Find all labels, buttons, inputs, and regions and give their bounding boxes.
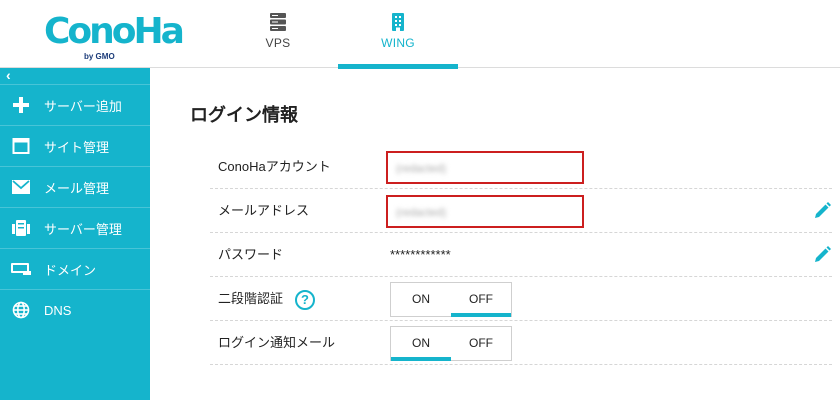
edit-email-pencil-icon[interactable] [812, 201, 832, 221]
two-factor-toggle: ON OFF [390, 282, 512, 317]
domain-icon [10, 258, 32, 280]
server-manage-icon [10, 217, 32, 239]
help-icon[interactable]: ? [295, 289, 316, 310]
sidebar-item-label: サーバー管理 [44, 221, 122, 237]
account-label: ConoHaアカウント [218, 159, 331, 174]
plus-icon [10, 94, 32, 116]
sidebar-item-label: DNS [44, 302, 72, 318]
sidebar-item-add-server[interactable]: サーバー追加 [0, 84, 150, 125]
email-label: メールアドレス [218, 203, 310, 218]
email-row: メールアドレス (redacted) [210, 189, 832, 233]
tab-vps-label: VPS [265, 36, 291, 50]
login-notice-toggle: ON OFF [390, 326, 512, 361]
password-value: ************ [390, 247, 451, 262]
globe-icon [10, 299, 32, 321]
tab-wing-label: WING [381, 36, 415, 50]
account-value: (redacted) [396, 163, 447, 175]
two-factor-label-text: 二段階認証 [218, 291, 284, 306]
two-factor-label: 二段階認証? [218, 277, 316, 321]
sidebar-collapse-button[interactable]: ‹ [0, 68, 150, 84]
sidebar-item-label: サーバー追加 [44, 98, 122, 114]
sidebar-item-label: ドメイン [44, 262, 97, 278]
sidebar-item-label: サイト管理 [44, 139, 110, 155]
password-row: パスワード ************ [210, 233, 832, 277]
email-value-highlight: (redacted) [386, 195, 584, 228]
logo-subtitle: by GMO [84, 52, 115, 61]
window-icon [10, 135, 32, 157]
account-row: ConoHaアカウント (redacted) [210, 145, 832, 189]
sidebar-item-domain[interactable]: ドメイン [0, 248, 150, 289]
edit-password-pencil-icon[interactable] [812, 245, 832, 265]
tab-wing[interactable]: WING [338, 0, 458, 69]
two-factor-on-option[interactable]: ON [391, 283, 451, 316]
password-label: パスワード [218, 247, 284, 262]
top-header: ConoHa by GMO VPS WING [0, 0, 840, 69]
two-factor-off-option[interactable]: OFF [451, 283, 511, 317]
login-notice-on-option[interactable]: ON [391, 327, 451, 361]
login-notice-off-option[interactable]: OFF [451, 327, 511, 360]
login-notice-row: ログイン通知メール ON OFF [210, 321, 832, 365]
server-icon [270, 13, 286, 31]
page-title: ログイン情報 [190, 105, 298, 125]
two-factor-row: 二段階認証? ON OFF [210, 277, 832, 321]
sidebar-item-dns[interactable]: DNS [0, 289, 150, 330]
sidebar-item-site-management[interactable]: サイト管理 [0, 125, 150, 166]
sidebar-item-server-management[interactable]: サーバー管理 [0, 207, 150, 248]
sidebar-item-mail-management[interactable]: メール管理 [0, 166, 150, 207]
tab-vps[interactable]: VPS [238, 0, 318, 68]
email-value: (redacted) [396, 207, 447, 219]
account-value-highlight: (redacted) [386, 151, 584, 184]
login-notice-label: ログイン通知メール [218, 335, 336, 350]
sidebar: ‹ サーバー追加 サイト管理 メール管理 サーバー管理 ドメイン DNS [0, 68, 150, 400]
conoha-logo[interactable]: ConoHa by GMO [44, 12, 185, 62]
mail-icon [10, 176, 32, 198]
main-content: ログイン情報 ConoHaアカウント (redacted) メールアドレス (r… [150, 68, 840, 400]
sidebar-item-label: メール管理 [44, 180, 110, 196]
building-icon [392, 13, 404, 31]
